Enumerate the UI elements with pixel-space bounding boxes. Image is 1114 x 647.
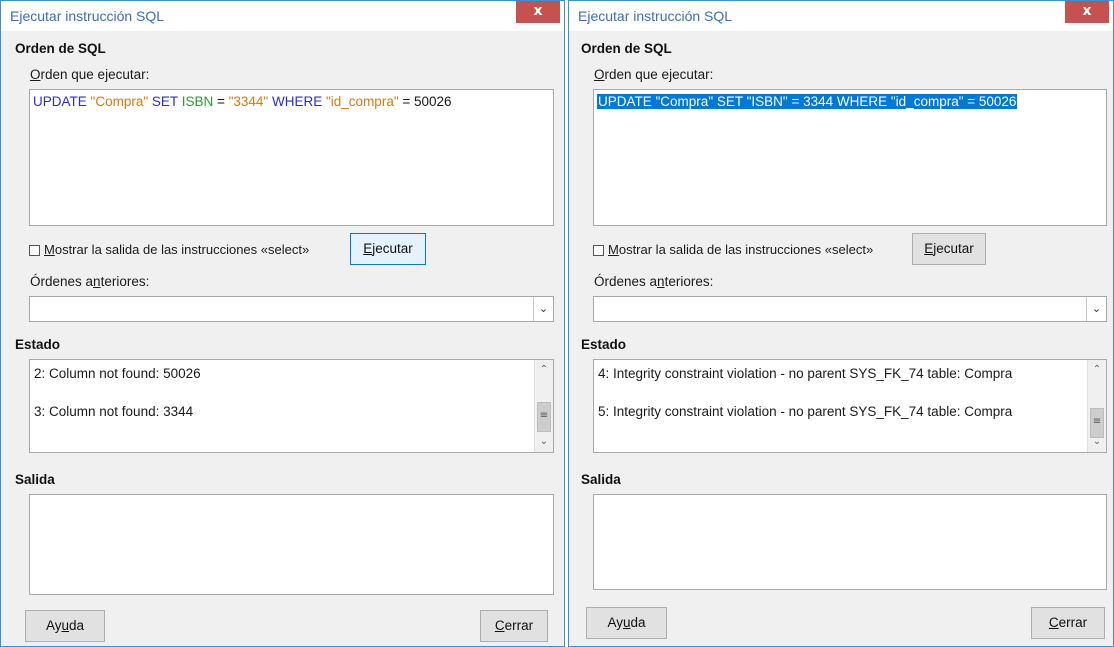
arrow-down-icon[interactable]: ⌄ (1088, 434, 1106, 450)
sql-token-num: = (213, 94, 229, 109)
status-line: 4: Integrity constraint violation - no p… (598, 366, 1013, 381)
title-bar: Ejecutar instrucción SQL x (569, 1, 1113, 31)
status-scrollbar[interactable]: ⌃ ≡ ⌄ (1087, 360, 1106, 452)
sql-token-kw: UPDATE (33, 94, 87, 109)
previous-commands-combobox[interactable]: ⌄ (593, 296, 1107, 322)
previous-commands-label: Órdenes anteriores: (594, 274, 714, 289)
status-line: 2: Column not found: 50026 (34, 366, 201, 381)
status-line: 3: Column not found: 3344 (34, 404, 194, 419)
status-box: 4: Integrity constraint violation - no p… (593, 359, 1107, 453)
chevron-down-icon[interactable]: ⌄ (533, 297, 553, 321)
section-title-sql: Orden de SQL (581, 41, 672, 56)
output-box (593, 494, 1107, 590)
section-title-status: Estado (581, 337, 627, 352)
previous-commands-label: Órdenes anteriores: (30, 274, 150, 289)
help-button[interactable]: Ayuda (586, 607, 667, 639)
execute-button[interactable]: Ejecutar (350, 233, 426, 265)
close-window-button[interactable]: x (516, 1, 560, 23)
command-label: Orden que ejecutar: (594, 67, 714, 82)
show-output-checkbox[interactable] (593, 245, 604, 256)
sql-dialog-right: Ejecutar instrucción SQL x Orden de SQL … (568, 0, 1114, 647)
sql-token-str: "3344" (228, 94, 269, 109)
command-label: Orden que ejecutar: (30, 67, 150, 82)
section-title-status: Estado (15, 337, 61, 352)
status-scrollbar[interactable]: ⌃ ≡ ⌄ (534, 360, 553, 452)
sql-dialog-left: Ejecutar instrucción SQL x Orden de SQL … (0, 0, 565, 647)
status-box: 2: Column not found: 50026 3: Column not… (29, 359, 554, 453)
sql-command-text: UPDATE "Compra" SET ISBN = "3344" WHERE … (33, 94, 452, 109)
output-box (29, 494, 554, 595)
sql-command-text: UPDATE "Compra" SET "ISBN" = 3344 WHERE … (597, 94, 1018, 109)
window-title: Ejecutar instrucción SQL (578, 8, 733, 24)
sql-token-str: "id_compra" (326, 94, 399, 109)
section-title-output: Salida (581, 472, 621, 487)
sql-token-kw: WHERE (271, 94, 323, 109)
window-title: Ejecutar instrucción SQL (10, 8, 165, 24)
arrow-up-icon[interactable]: ⌃ (1088, 362, 1106, 378)
close-window-button[interactable]: x (1065, 1, 1109, 23)
sql-token-str: "Compra" (90, 94, 149, 109)
close-button[interactable]: Cerrar (480, 610, 548, 642)
sql-token-kw: SET (151, 94, 178, 109)
section-title-output: Salida (15, 472, 55, 487)
sql-token-fld: ISBN (181, 94, 214, 109)
show-output-checkbox[interactable] (29, 245, 40, 256)
status-line: 5: Integrity constraint violation - no p… (598, 404, 1013, 419)
help-button[interactable]: Ayuda (25, 610, 105, 642)
chevron-down-icon[interactable]: ⌄ (1086, 297, 1106, 321)
show-output-label: Mostrar la salida de las instrucciones «… (44, 242, 310, 257)
title-bar: Ejecutar instrucción SQL x (1, 1, 564, 31)
section-title-sql: Orden de SQL (15, 41, 106, 56)
grip-icon[interactable]: ≡ (537, 402, 551, 432)
sql-command-editor[interactable]: UPDATE "Compra" SET ISBN = "3344" WHERE … (29, 89, 554, 226)
previous-commands-combobox[interactable]: ⌄ (29, 296, 554, 322)
arrow-up-icon[interactable]: ⌃ (535, 362, 553, 378)
show-output-label: Mostrar la salida de las instrucciones «… (608, 242, 874, 257)
sql-token-num: = 50026 (398, 94, 452, 109)
sql-command-editor[interactable]: UPDATE "Compra" SET "ISBN" = 3344 WHERE … (593, 89, 1107, 226)
arrow-down-icon[interactable]: ⌄ (535, 434, 553, 450)
execute-button[interactable]: Ejecutar (912, 233, 986, 265)
close-button[interactable]: Cerrar (1031, 607, 1105, 639)
